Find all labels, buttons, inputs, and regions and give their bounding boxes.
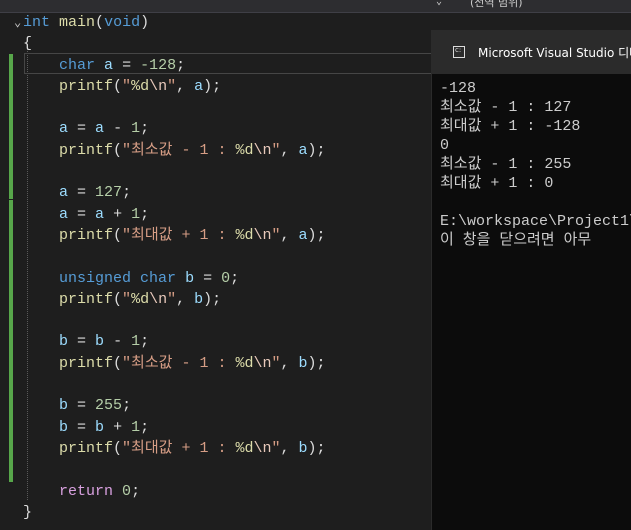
token-variable: a	[194, 77, 204, 95]
token-variable: b	[59, 333, 69, 351]
token-variable: b	[194, 290, 204, 308]
token-variable: b	[59, 418, 69, 436]
code-line: int main(void)	[23, 14, 150, 31]
console-line: 0	[440, 137, 450, 154]
token-variable: b	[298, 439, 308, 457]
token-control-keyword: return	[59, 482, 114, 500]
token-variable: a	[104, 56, 114, 74]
token-format: %d	[131, 77, 150, 95]
code-line: a = a - 1;	[59, 120, 150, 138]
code-line: return 0;	[59, 482, 141, 500]
token-variable: a	[59, 120, 69, 138]
token-keyword: char	[59, 56, 96, 74]
console-line: E:\workspace\Project1\	[440, 213, 631, 230]
token-number: -128	[140, 56, 177, 74]
source-code[interactable]: int main(void) { char a = -128; printf("…	[23, 12, 326, 523]
code-line: printf("최소값 - 1 : %d\n", a);	[59, 141, 326, 159]
token-string: "%d\n"	[122, 290, 177, 308]
code-line: {	[23, 35, 33, 53]
code-line: }	[23, 503, 33, 521]
token-variable: b	[95, 333, 105, 351]
console-title-bar[interactable]: Microsoft Visual Studio 디버	[432, 30, 631, 74]
code-line: printf("최소값 - 1 : %d\n", b);	[59, 354, 326, 372]
token-keyword: void	[104, 14, 141, 31]
token-escape: \n	[253, 141, 272, 159]
token-escape: \n	[253, 439, 272, 457]
token-number: 0	[221, 269, 231, 287]
token-number: 0	[122, 482, 132, 500]
token-variable: b	[59, 397, 69, 415]
token-variable: a	[59, 184, 69, 202]
token-variable: a	[298, 141, 308, 159]
token-format: %d	[131, 290, 150, 308]
token-number: 1	[131, 418, 141, 436]
token-function: printf	[59, 141, 114, 159]
console-output: -128 최소값 - 1 : 127 최대값 + 1 : -128 0 최소값 …	[440, 79, 631, 250]
token-keyword: unsigned	[59, 269, 132, 287]
token-format: %d	[235, 141, 254, 159]
token-number: 127	[95, 184, 123, 202]
code-line: unsigned char b = 0;	[59, 269, 240, 287]
scope-dropdown[interactable]: (전역 범위)	[470, 0, 523, 10]
code-line: printf("%d\n", b);	[59, 290, 222, 308]
token-function: main	[59, 14, 96, 31]
token-keyword: char	[140, 269, 177, 287]
debug-console-window[interactable]: Microsoft Visual Studio 디버 -128 최소값 - 1 …	[431, 30, 631, 530]
token-keyword: int	[23, 14, 51, 31]
code-line: printf("최대값 + 1 : %d\n", a);	[59, 226, 326, 244]
code-line: a = a + 1;	[59, 205, 150, 223]
token-function: printf	[59, 439, 114, 457]
token-string: "%d\n"	[122, 77, 177, 95]
token-function: printf	[59, 226, 114, 244]
token-string: "최대값 + 1 : %d\n"	[122, 439, 281, 457]
code-line: printf("최대값 + 1 : %d\n", b);	[59, 439, 326, 457]
token-number: 1	[131, 333, 141, 351]
token-format: %d	[235, 226, 254, 244]
code-line: b = 255;	[59, 397, 132, 415]
console-line: 최소값 - 1 : 127	[440, 99, 572, 116]
token-escape: \n	[253, 354, 272, 372]
collapse-icon[interactable]: ⌄	[14, 15, 21, 29]
console-icon	[453, 46, 465, 58]
code-line: a = 127;	[59, 184, 132, 202]
code-line: printf("%d\n", a);	[59, 77, 222, 95]
token-variable: a	[298, 226, 308, 244]
token-variable: b	[95, 418, 105, 436]
token-string: "최소값 - 1 : %d\n"	[122, 354, 281, 372]
token-function: printf	[59, 77, 114, 95]
change-marker	[9, 54, 13, 199]
token-variable: a	[95, 205, 105, 223]
token-variable: a	[95, 120, 105, 138]
token-format: %d	[235, 354, 254, 372]
token-escape: \n	[149, 290, 168, 308]
token-escape: \n	[253, 226, 272, 244]
change-marker	[9, 200, 13, 482]
token-variable: b	[298, 354, 308, 372]
token-string: "최소값 - 1 : %d\n"	[122, 141, 281, 159]
token-variable: b	[185, 269, 195, 287]
token-number: 1	[131, 120, 141, 138]
console-line: 최대값 + 1 : -128	[440, 118, 581, 135]
console-line: 이 창을 닫으려면 아무	[440, 232, 592, 249]
token-function: printf	[59, 354, 114, 372]
code-line: b = b + 1;	[59, 418, 150, 436]
token-format: %d	[235, 439, 254, 457]
token-variable: a	[59, 205, 69, 223]
code-line: b = b - 1;	[59, 333, 150, 351]
console-line: -128	[440, 80, 477, 97]
chevron-down-icon[interactable]: ⌄	[436, 0, 442, 7]
token-function: printf	[59, 290, 114, 308]
token-number: 1	[131, 205, 141, 223]
token-string: "최대값 + 1 : %d\n"	[122, 226, 281, 244]
console-title: Microsoft Visual Studio 디버	[478, 46, 631, 60]
console-line: 최대값 + 1 : 0	[440, 175, 554, 192]
token-escape: \n	[149, 77, 168, 95]
code-line: char a = -128;	[59, 56, 186, 74]
token-number: 255	[95, 397, 123, 415]
console-line: 최소값 - 1 : 255	[440, 156, 572, 173]
